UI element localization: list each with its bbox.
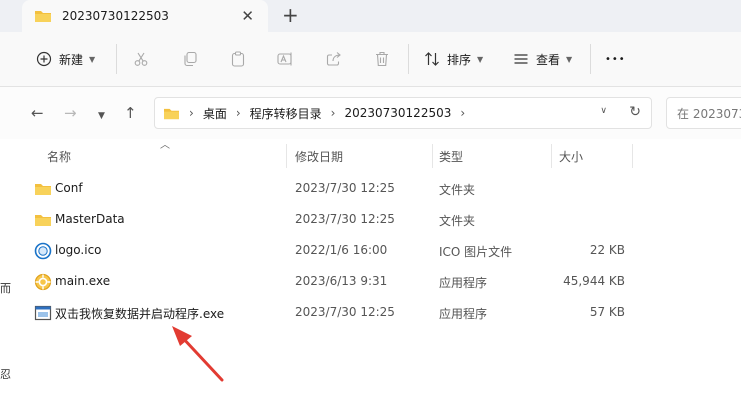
annotation-arrow-icon: [172, 326, 224, 382]
